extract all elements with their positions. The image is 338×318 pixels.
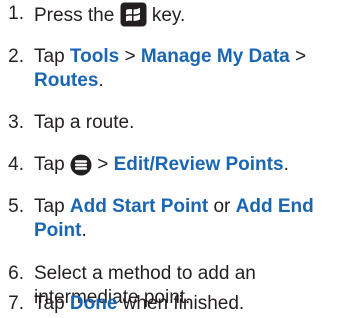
keyword-add-start-point: Add Start Point — [69, 196, 209, 217]
period: . — [81, 220, 87, 241]
text: Tap — [34, 293, 70, 314]
menu-icon — [70, 154, 92, 183]
step-number: 6. — [8, 263, 24, 284]
separator: > — [289, 46, 307, 67]
step-text: Press the key. — [34, 2, 334, 27]
step-number: 5. — [8, 196, 24, 217]
text-or: or — [208, 196, 236, 217]
step-number: 3. — [8, 112, 24, 133]
windows-key-icon — [120, 2, 147, 34]
keyword-tools: Tools — [69, 46, 120, 67]
keyword-edit-review-points: Edit/Review Points — [113, 154, 284, 175]
step-text: Tap Add Start Point or Add End Point. — [34, 195, 334, 243]
text-end: when finished. — [117, 293, 245, 314]
keyword-add-end-point: Add End — [235, 196, 314, 217]
keyword-done: Done — [69, 293, 118, 314]
step-number: 7. — [8, 293, 24, 314]
step-text: Tap a route. — [34, 111, 334, 135]
step-1-text-pre: Press the — [34, 5, 115, 26]
period: . — [98, 70, 104, 91]
step-number: 2. — [8, 46, 24, 67]
step-3-text: Tap a route. — [34, 112, 135, 133]
separator: > — [91, 154, 114, 175]
step-number: 1. — [8, 3, 24, 24]
step-1-text-post: key. — [146, 5, 186, 26]
step-text: Tap Tools > Manage My Data > Routes. — [34, 45, 334, 93]
keyword-manage-my-data: Manage My Data — [140, 46, 290, 67]
step-text: Tap > Edit/Review Points. — [34, 153, 334, 177]
text: Tap — [34, 154, 70, 175]
step-number: 4. — [8, 154, 24, 175]
step-6-line-1: Select a method to add an — [34, 263, 256, 284]
text: Tap — [34, 46, 70, 67]
keyword-routes: Routes — [34, 70, 99, 91]
period: . — [283, 154, 289, 175]
keyword-add-end-point-cont: Point — [34, 220, 82, 241]
separator: > — [119, 46, 141, 67]
step-text: Tap Done when finished. — [34, 292, 334, 316]
text: Tap — [34, 196, 70, 217]
